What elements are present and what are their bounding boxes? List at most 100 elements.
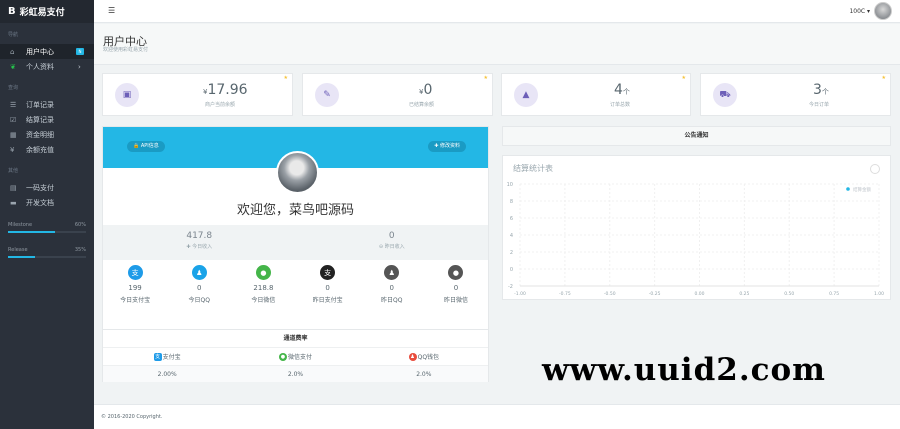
check-square-icon: ☑	[10, 115, 17, 124]
rate-value: 2.0%	[416, 370, 432, 378]
sidebar-item-funds[interactable]: ▦ 资金明细	[0, 127, 94, 142]
check-icon: ✎	[315, 83, 339, 107]
sidebar-item-label: 资金明细	[26, 130, 54, 139]
stat-label: 今日订单	[809, 102, 830, 108]
star-icon: ★	[283, 75, 288, 81]
alipay-icon: 支	[153, 353, 162, 362]
stat-value: ¥0	[419, 82, 433, 98]
progress-label: Milestone	[8, 222, 33, 228]
channel-rates-card: 通道费率 支支付宝 ● 微信支付 ♟ QQ钱包 2.00% 2.0% 2.0%	[102, 329, 489, 382]
payment-stats: 支 199 今日支付宝 ♟ 0 今日QQ ● 218.8 今日微信 支 0 昨日…	[103, 260, 488, 304]
alipay-icon: 支	[320, 265, 336, 280]
sidebar-item-recharge[interactable]: ¥ 余额充值	[0, 142, 94, 157]
sidebar-item-label: 余额充值	[26, 145, 54, 154]
home-icon: ⌂	[10, 47, 15, 56]
alipay-icon: 支	[127, 265, 143, 280]
nav-group-label: 其他	[8, 168, 19, 174]
stat-value: 4个	[614, 82, 630, 98]
sidebar-item-user-center[interactable]: ⌂ 用户中心 N	[0, 44, 94, 59]
grid-icon: ▦	[10, 130, 17, 139]
pay-value: 218.8	[253, 284, 274, 292]
legend-marker	[846, 187, 850, 191]
sidebar-item-settlements[interactable]: ☑ 结算记录	[0, 112, 94, 127]
stat-label: 商户当前余额	[205, 102, 236, 108]
sidebar: B 彩虹易支付 导航 ⌂ 用户中心 N ❦ 个人资料 › 查询 ☰ 订单记录 ☑…	[0, 0, 94, 429]
wechat-icon: ●	[278, 353, 287, 362]
money-icon: ▣	[115, 83, 139, 107]
topbar: ☰ 100C ▾	[94, 0, 900, 23]
y-tick-label: 0	[510, 267, 513, 273]
income-summary: 417.8 ✚ 今日收入 0 ⊖ 昨日收入	[103, 225, 488, 260]
pay-label: 昨日支付宝	[312, 297, 343, 304]
y-tick-label: 4	[510, 233, 513, 239]
app-logo[interactable]: B 彩虹易支付	[0, 0, 94, 23]
pay-label: 今日支付宝	[120, 297, 151, 304]
sidebar-item-profile[interactable]: ❦ 个人资料 ›	[0, 59, 94, 74]
progress-value: 35%	[74, 247, 86, 253]
pay-value: 0	[197, 284, 202, 292]
avatar	[276, 151, 319, 194]
progress-milestone: Milestone 60%	[0, 222, 94, 233]
sidebar-item-qrpay[interactable]: ▤ 一码支付	[0, 180, 94, 195]
sidebar-item-label: 订单记录	[26, 100, 54, 109]
new-badge: N	[76, 48, 84, 55]
x-tick-label: -1.00	[514, 291, 526, 297]
greeting: 欢迎您，菜鸟吧源码	[236, 203, 354, 218]
income-value: 417.8	[186, 231, 213, 241]
sidebar-item-label: 个人资料	[26, 62, 54, 71]
pay-stat-today-wechat: ● 218.8 今日微信	[231, 260, 295, 304]
qrcode-icon: ▤	[10, 183, 17, 192]
stat-card-today-orders: ⛟ 3个 今日订单 ★	[700, 73, 891, 116]
sidebar-item-orders[interactable]: ☰ 订单记录	[0, 97, 94, 112]
page-header: 用户中心 欢迎使用彩虹易支付	[94, 24, 900, 65]
income-value: 0	[388, 231, 395, 241]
nav-group-label: 导航	[8, 32, 19, 38]
pay-stat-yesterday-alipay: 支 0 昨日支付宝	[296, 260, 360, 304]
api-info-button[interactable]: 🔒 API信息	[127, 141, 165, 152]
pay-stat-yesterday-wechat: ● 0 昨日微信	[424, 260, 488, 304]
chevron-right-icon: ›	[78, 62, 81, 71]
app-name: 彩虹易支付	[19, 8, 65, 18]
rates-value-row: 2.00% 2.0% 2.0%	[103, 365, 488, 382]
logo-mark: B	[8, 6, 16, 17]
x-tick-label: -0.25	[649, 291, 661, 297]
stat-card-orders: ▲ 4个 订单总数 ★	[501, 73, 691, 116]
progress-fill	[8, 256, 36, 258]
today-income: 417.8 ✚ 今日收入	[103, 225, 296, 260]
y-tick-label: 2	[510, 250, 513, 256]
progress-fill	[8, 231, 55, 233]
pay-stat-today-alipay: 支 199 今日支付宝	[103, 260, 167, 304]
notice-header[interactable]: 公告通知	[502, 126, 891, 146]
menu-icon[interactable]: ☰	[108, 6, 115, 15]
stat-value: ¥17.96	[203, 82, 248, 98]
x-tick-label: -0.50	[604, 291, 616, 297]
pay-value: 0	[453, 284, 459, 292]
x-tick-label: -0.75	[559, 291, 571, 297]
stat-label: 已结算余额	[409, 102, 435, 108]
star-icon: ★	[483, 75, 488, 81]
rate-value: 2.0%	[287, 370, 304, 378]
pay-value: 199	[128, 284, 142, 292]
book-icon: ▬	[10, 198, 17, 207]
income-label: ⊖ 昨日收入	[378, 244, 405, 250]
stat-label: 订单总数	[610, 102, 631, 108]
star-icon: ★	[681, 75, 686, 81]
x-tick-label: 0.50	[784, 291, 794, 297]
pay-value: 0	[325, 284, 330, 292]
yen-icon: ¥	[10, 145, 15, 154]
list-icon: ☰	[10, 100, 17, 109]
settlement-chart-card: 结算统计表 10 8 6 4 2 0 -2 -1.00 -0.75 -0.50 -0.25 0.00 0…	[502, 155, 891, 300]
edit-profile-button[interactable]: ✚ 修改资料	[428, 141, 466, 152]
sidebar-item-docs[interactable]: ▬ 开发文档	[0, 195, 94, 210]
footer: © 2016-2020 Copyright.	[94, 404, 900, 429]
progress-bar	[8, 231, 86, 233]
legend-label: 结算金额	[853, 186, 871, 193]
sidebar-item-label: 用户中心	[26, 47, 54, 56]
nav-group-label: 查询	[8, 85, 19, 91]
income-label: ✚ 今日收入	[186, 244, 213, 250]
user-menu[interactable]: 100C ▾	[849, 2, 892, 20]
channel-wechat: ● 微信支付	[278, 353, 312, 362]
stat-card-balance: ▣ ¥17.96 商户当前余额 ★	[102, 73, 293, 116]
pay-stat-today-qq: ♟ 0 今日QQ	[167, 260, 231, 304]
pay-label: 昨日QQ	[381, 297, 403, 304]
